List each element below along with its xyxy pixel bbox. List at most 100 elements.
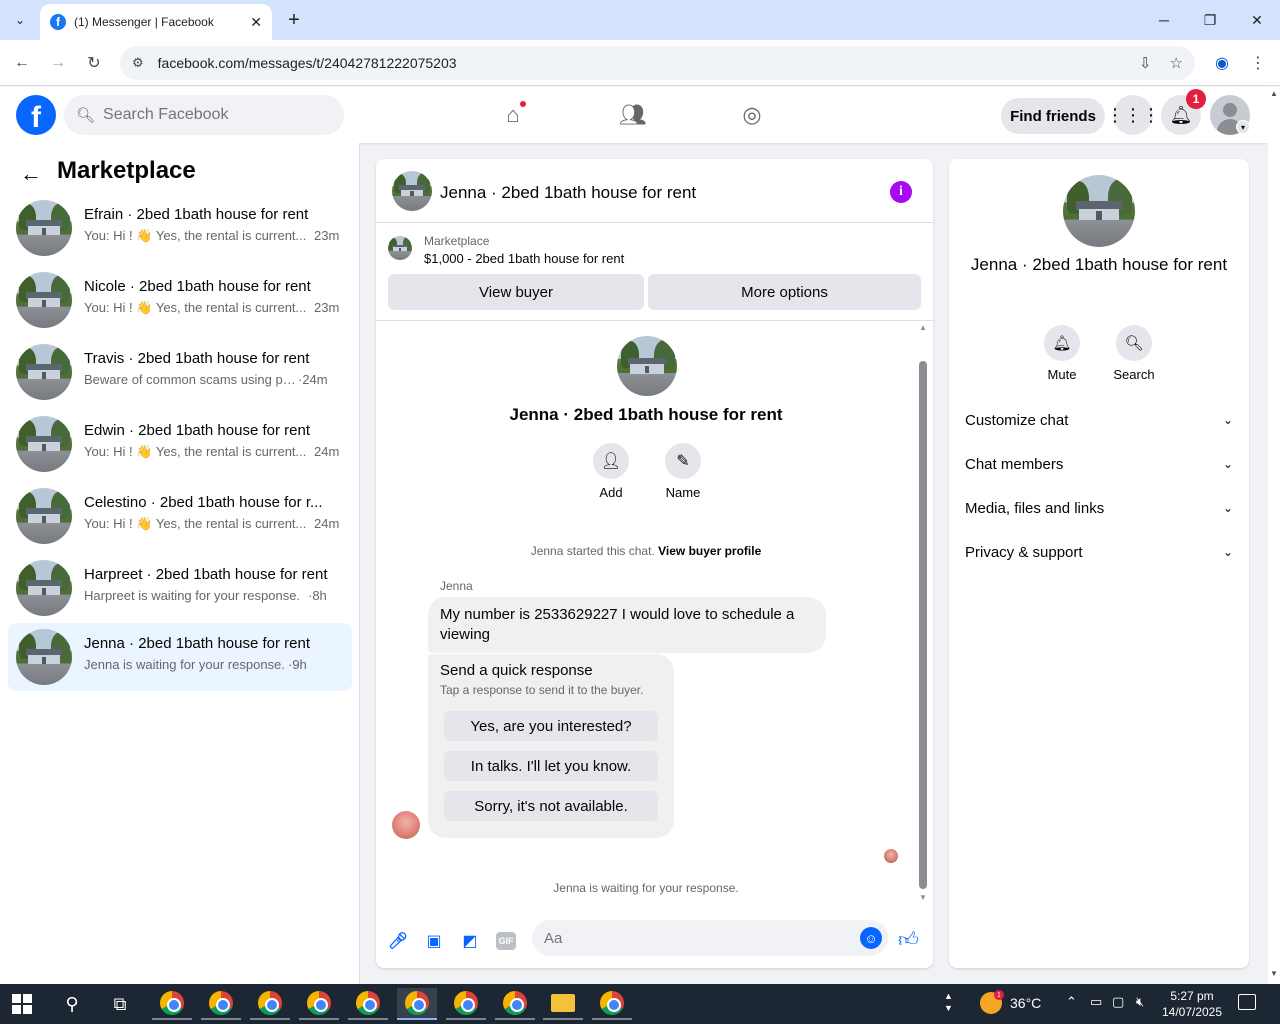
emoji-icon[interactable]: ☺	[860, 927, 882, 949]
chat-scroll-down-icon[interactable]: ▼	[919, 893, 927, 902]
chat-panel: Jenna · 2bed 1bath house for rent i Mark…	[376, 159, 933, 968]
page-scroll-down-icon[interactable]: ▼	[1270, 969, 1278, 978]
page-scroll-up-icon[interactable]: ▲	[1270, 89, 1278, 98]
conversation-preview: You: Hi ! 👋 Yes, the rental is current..…	[84, 228, 307, 243]
view-buyer-profile-link[interactable]: View buyer profile	[658, 544, 761, 558]
view-buyer-button[interactable]: View buyer	[388, 274, 644, 310]
back-arrow-icon[interactable]: ←	[9, 50, 35, 76]
search-in-chat-button[interactable]: 🔍︎ Search	[1104, 325, 1164, 382]
chrome-taskbar-icon[interactable]	[495, 988, 535, 1020]
chat-scrollbar[interactable]	[919, 361, 927, 889]
conversation-name: Edwin · 2bed 1bath house for rent	[84, 422, 310, 439]
conversation-item[interactable]: Nicole · 2bed 1bath house for rent You: …	[8, 266, 352, 334]
facebook-search[interactable]: 🔍︎	[64, 95, 344, 135]
home-nav-icon[interactable]: ⌂	[493, 95, 533, 135]
action-center-icon[interactable]	[1238, 994, 1256, 1010]
url-text[interactable]: facebook.com/messages/t/2404278122207520…	[158, 55, 1139, 71]
thumbs-up-icon[interactable]: 👍︎	[898, 928, 919, 952]
restore-icon[interactable]: ❐	[1187, 6, 1233, 34]
listing-thumbnail[interactable]	[388, 236, 412, 260]
bookmark-star-icon[interactable]: ☆	[1170, 54, 1183, 72]
chrome-taskbar-icon[interactable]	[250, 988, 290, 1020]
browser-menu-icon[interactable]: ⋮	[1245, 50, 1271, 76]
info-icon[interactable]: i	[890, 181, 912, 203]
find-friends-button[interactable]: Find friends	[1001, 98, 1105, 134]
conversation-item[interactable]: Celestino · 2bed 1bath house for r... Yo…	[8, 482, 352, 550]
add-people-button[interactable]: 👤︎ Add	[581, 443, 641, 500]
omnibox[interactable]: ⚙ facebook.com/messages/t/24042781222075…	[120, 46, 1195, 80]
network-icon[interactable]: ▢	[1112, 994, 1124, 1010]
chrome-taskbar-icon[interactable]	[348, 988, 388, 1020]
more-options-button[interactable]: More options	[648, 274, 921, 310]
mute-button[interactable]: 🔔︎ Mute	[1032, 325, 1092, 382]
message-bubble[interactable]: My number is 2533629227 I would love to …	[428, 597, 826, 653]
conversation-item[interactable]: Efrain · 2bed 1bath house for rent You: …	[8, 194, 352, 262]
weather-widget[interactable]: 1 36°C	[980, 990, 1041, 1014]
reload-icon[interactable]: ↻	[81, 50, 107, 76]
message-input-wrap[interactable]: ☺	[532, 920, 888, 956]
install-app-icon[interactable]: ⇩	[1139, 54, 1152, 72]
friends-nav-icon[interactable]: 👥︎	[613, 95, 653, 135]
conversation-item[interactable]: Edwin · 2bed 1bath house for rent You: H…	[8, 410, 352, 478]
gif-icon[interactable]: GIF	[496, 932, 516, 950]
chrome-taskbar-icon[interactable]	[299, 988, 339, 1020]
chrome-taskbar-icon-active[interactable]	[397, 988, 437, 1020]
notification-count-badge: 1	[1186, 89, 1206, 109]
browser-tab[interactable]: f (1) Messenger | Facebook ✕	[40, 4, 272, 40]
sender-avatar[interactable]	[392, 811, 420, 839]
quick-response-button[interactable]: Sorry, it's not available.	[444, 791, 658, 821]
file-explorer-icon[interactable]	[543, 988, 583, 1020]
conversation-time: ·8h	[308, 588, 327, 603]
facebook-logo-icon[interactable]: f	[16, 95, 56, 135]
close-tab-icon[interactable]: ✕	[250, 14, 262, 31]
media-files-links-section[interactable]: Media, files and links ⌄	[965, 490, 1233, 526]
volume-muted-icon[interactable]: 🔇︎	[1136, 994, 1144, 1010]
tray-chevron-up-icon[interactable]: ⌃	[1066, 994, 1077, 1010]
taskbar-clock[interactable]: 5:27 pm 14/07/2025	[1160, 988, 1224, 1020]
chrome-taskbar-icon[interactable]	[446, 988, 486, 1020]
chat-header-avatar[interactable]	[392, 171, 432, 211]
taskbar-search-icon[interactable]: ⚲	[52, 988, 92, 1020]
back-arrow-icon[interactable]: ←	[20, 161, 42, 187]
page-scrollbar[interactable]: ▲ ▼	[1268, 87, 1280, 984]
chrome-taskbar-icon[interactable]	[592, 988, 632, 1020]
conversation-item[interactable]: Travis · 2bed 1bath house for rent Bewar…	[8, 338, 352, 406]
conversation-preview: You: Hi ! 👋 Yes, the rental is current..…	[84, 516, 307, 531]
chat-members-section[interactable]: Chat members ⌄	[965, 446, 1233, 482]
privacy-support-section[interactable]: Privacy & support ⌄	[965, 534, 1233, 570]
photo-icon[interactable]: ▣	[423, 930, 445, 952]
conversation-name: Celestino · 2bed 1bath house for r...	[84, 494, 323, 511]
quick-response-button[interactable]: In talks. I'll let you know.	[444, 751, 658, 781]
chat-scroll-up-icon[interactable]: ▲	[919, 323, 927, 332]
customize-chat-section[interactable]: Customize chat ⌄	[965, 402, 1233, 438]
tab-search-chevron-icon[interactable]: ⌄	[8, 8, 32, 32]
groups-nav-icon[interactable]: ◎	[732, 95, 772, 135]
listing-price[interactable]: $1,000 - 2bed 1bath house for rent	[424, 251, 624, 266]
profile-icon[interactable]: ◉	[1209, 50, 1235, 76]
windows-start-icon[interactable]	[12, 994, 32, 1014]
edit-name-button[interactable]: ✎ Name	[653, 443, 713, 500]
quick-response-button[interactable]: Yes, are you interested?	[444, 711, 658, 741]
site-settings-icon[interactable]: ⚙	[132, 55, 144, 71]
new-tab-plus-icon[interactable]: +	[282, 8, 306, 32]
task-view-icon[interactable]: ⧉	[100, 988, 140, 1020]
conversation-item-active[interactable]: Jenna · 2bed 1bath house for rent Jenna …	[8, 623, 352, 691]
taskbar-scroll-icon[interactable]: ▲ ▼	[944, 990, 953, 1014]
chat-title[interactable]: Jenna · 2bed 1bath house for rent	[440, 183, 696, 203]
listing-bar: Marketplace $1,000 - 2bed 1bath house fo…	[376, 224, 933, 321]
forward-arrow-icon[interactable]: →	[45, 50, 71, 76]
window-close-icon[interactable]: ✕	[1234, 6, 1280, 34]
facebook-search-input[interactable]	[103, 106, 324, 124]
conversation-item[interactable]: Harpreet · 2bed 1bath house for rent Har…	[8, 554, 352, 622]
message-input[interactable]	[544, 929, 844, 947]
meet-icon[interactable]: ▭	[1090, 994, 1102, 1010]
account-chevron-down-icon[interactable]: ▾	[1236, 120, 1250, 134]
microphone-icon[interactable]: 🎤︎	[387, 930, 409, 952]
seen-receipt-avatar	[884, 849, 898, 863]
menu-grid-icon[interactable]: ⋮⋮⋮	[1106, 95, 1160, 135]
details-title: Jenna · 2bed 1bath house for rent	[970, 255, 1228, 274]
chrome-taskbar-icon[interactable]	[201, 988, 241, 1020]
sticker-icon[interactable]: ◩	[459, 930, 481, 952]
minimize-icon[interactable]: ─	[1141, 6, 1187, 34]
chrome-taskbar-icon[interactable]	[152, 988, 192, 1020]
